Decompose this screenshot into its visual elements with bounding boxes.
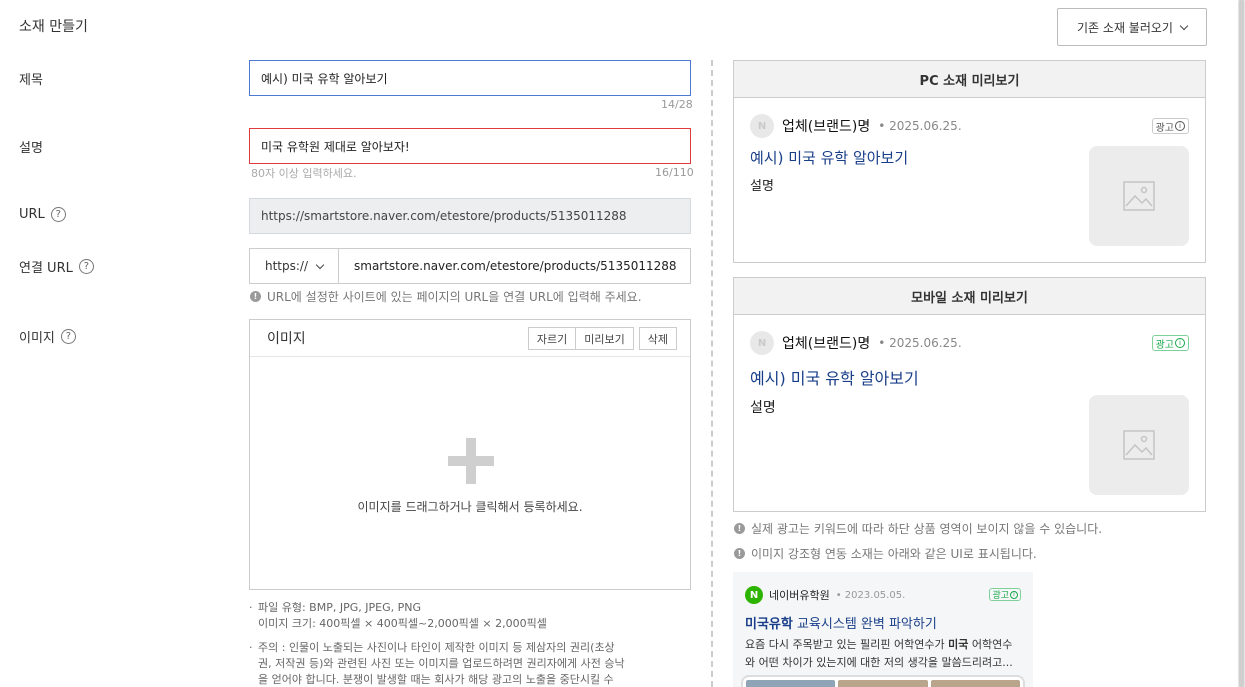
description-hint: 80자 이상 입력하세요. (251, 167, 357, 180)
scrollbar-thumb[interactable] (1239, 0, 1244, 687)
pc-date: • 2025.06.25. (878, 119, 962, 133)
load-existing-button[interactable]: 기존 소재 불러오기 (1057, 8, 1207, 46)
pc-preview-panel: PC 소재 미리보기 N 업체(브랜드)명 • 2025.06.25. 광고 i … (733, 60, 1206, 263)
title-counter: 14/28 (661, 98, 693, 111)
info-icon: i (1175, 121, 1185, 131)
info-icon: i (1010, 590, 1018, 599)
load-existing-label: 기존 소재 불러오기 (1077, 20, 1173, 35)
image-placeholder-icon (1089, 395, 1189, 495)
protocol-select[interactable]: https:// (249, 248, 339, 284)
drop-instructions: 이미지를 드래그하거나 클릭해서 등록하세요. (357, 500, 583, 514)
chevron-down-icon (1179, 21, 1189, 30)
example-brand-row: N 네이버유학원 • 2023.05.05. (745, 586, 905, 604)
connect-url-input[interactable]: smartstore.naver.com/etestore/products/5… (338, 248, 691, 284)
preview-info-2: ! 이미지 강조형 연동 소재는 아래와 같은 UI로 표시됩니다. (734, 545, 1037, 562)
brand-avatar-icon: N (750, 114, 774, 138)
image-emphasis-example: N 네이버유학원 • 2023.05.05. 광고 i 미국유학 교육시스템 완벽… (733, 572, 1033, 687)
example-image-strip (741, 675, 1025, 687)
image-upload-box[interactable]: 이미지 자르기 미리보기 삭제 이미지를 드래그하거나 클릭해서 등록하세요. (249, 319, 691, 590)
info-icon: ! (734, 548, 745, 559)
preview-info-1: ! 실제 광고는 키워드에 따라 하단 상품 영역이 보이지 않을 수 있습니다… (734, 520, 1102, 537)
info-icon: ! (734, 523, 745, 534)
description-label: 설명 (19, 141, 43, 156)
title-input[interactable]: 예시) 미국 유학 알아보기 (249, 60, 691, 96)
mobile-preview-title: 예시) 미국 유학 알아보기 (750, 369, 919, 388)
help-icon[interactable]: ? (60, 329, 76, 344)
description-input[interactable]: 미국 유학원 제대로 알아보자! (249, 128, 691, 164)
info-icon: ! (250, 291, 261, 302)
pc-brand-row: N 업체(브랜드)명 • 2025.06.25. (750, 114, 962, 138)
connect-url-label: 연결 URL ? (19, 257, 94, 276)
mobile-ad-badge: 광고 i (1151, 335, 1189, 351)
chevron-down-icon (315, 260, 325, 269)
delete-button[interactable]: 삭제 (638, 327, 677, 350)
url-field: https://smartstore.naver.com/etestore/pr… (249, 198, 691, 234)
info-icon: i (1175, 338, 1185, 348)
scrollbar[interactable] (1238, 0, 1245, 687)
image-label: 이미지 ? (19, 327, 76, 346)
page-title: 소재 만들기 (19, 19, 88, 35)
url-label: URL ? (19, 207, 66, 222)
mobile-brand-name: 업체(브랜드)명 (782, 336, 871, 352)
brand-avatar-icon: N (750, 331, 774, 355)
mobile-preview-description: 설명 (750, 400, 776, 416)
example-title: 미국유학 교육시스템 완벽 파악하기 (745, 617, 937, 632)
file-type-note: · 파일 유형: BMP, JPG, JPEG, PNG 이미지 크기: 400… (249, 601, 547, 630)
plus-icon[interactable] (448, 438, 494, 484)
crop-button[interactable]: 자르기 (527, 327, 577, 350)
example-ad-badge: 광고 i (989, 588, 1021, 601)
title-label: 제목 (19, 73, 43, 88)
caution-note: · 주의 : 인물이 노출되는 사진이나 타인이 제작한 이미지 등 제삼자의 … (249, 641, 625, 686)
mobile-date: • 2025.06.25. (878, 336, 962, 350)
mobile-preview-header: 모바일 소재 미리보기 (734, 278, 1205, 315)
help-icon[interactable]: ? (78, 259, 94, 274)
pc-brand-name: 업체(브랜드)명 (782, 119, 871, 135)
pc-preview-title: 예시) 미국 유학 알아보기 (750, 149, 909, 167)
connect-url-info: ! URL에 설정한 사이트에 있는 페이지의 URL을 연결 URL에 입력해… (250, 288, 642, 305)
pc-preview-header: PC 소재 미리보기 (734, 61, 1205, 98)
help-icon[interactable]: ? (50, 207, 66, 222)
column-divider (711, 60, 713, 687)
image-placeholder-icon (1089, 146, 1189, 246)
description-counter: 16/110 (655, 166, 694, 179)
pc-preview-description: 설명 (750, 179, 774, 194)
preview-button[interactable]: 미리보기 (576, 327, 634, 350)
naver-logo-icon: N (745, 586, 763, 604)
pc-ad-badge: 광고 i (1151, 118, 1189, 134)
mobile-preview-panel: 모바일 소재 미리보기 N 업체(브랜드)명 • 2025.06.25. 광고 i… (733, 277, 1206, 512)
mobile-brand-row: N 업체(브랜드)명 • 2025.06.25. (750, 331, 962, 355)
example-description: 요즘 다시 주목받고 있는 필리핀 어학연수가 미국 어학연수 와 어떤 차이가… (745, 638, 1013, 669)
